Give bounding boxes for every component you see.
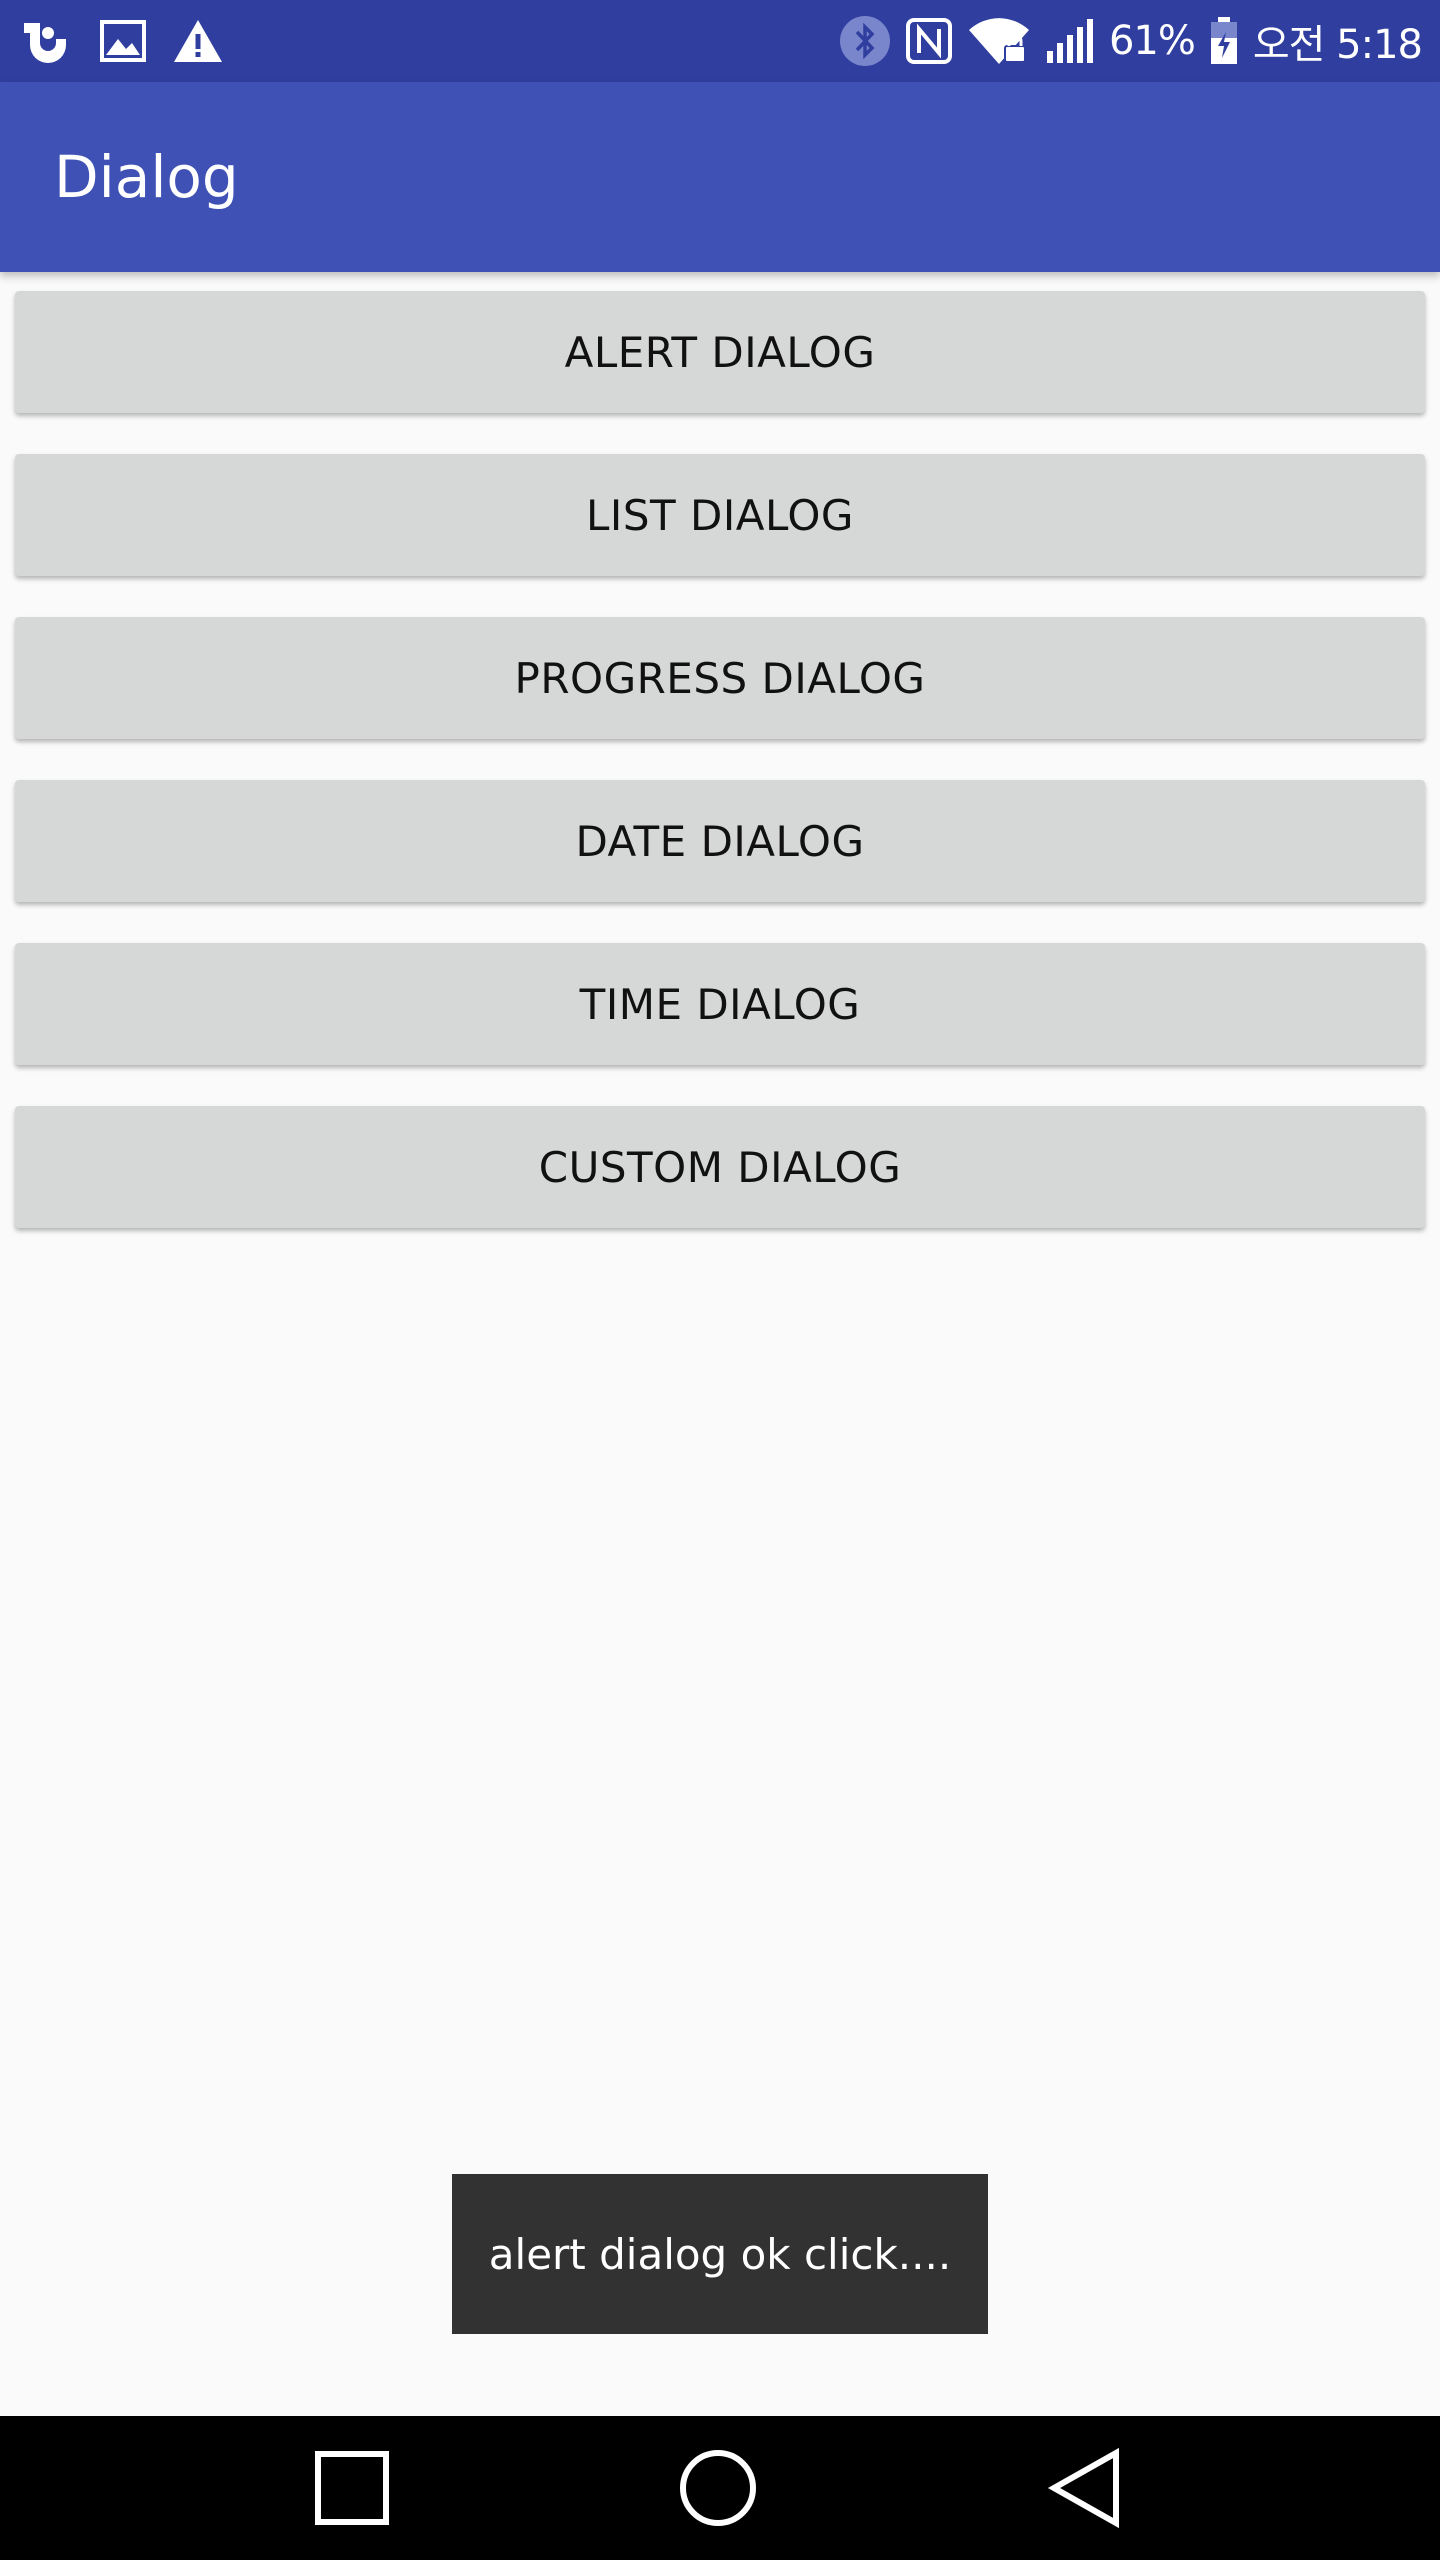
image-icon [100, 19, 146, 63]
progress-dialog-button[interactable]: PROGRESS DIALOG [15, 617, 1425, 739]
toast-message: alert dialog ok click.... [488, 2229, 952, 2279]
app-bar: Dialog [0, 82, 1440, 272]
home-button[interactable] [628, 2416, 808, 2560]
home-icon [680, 2450, 756, 2526]
back-icon [1047, 2448, 1119, 2528]
navigation-bar [0, 2416, 1440, 2560]
status-bar-left [18, 0, 250, 82]
toast: alert dialog ok click.... [452, 2174, 988, 2334]
list-dialog-button[interactable]: LIST DIALOG [15, 454, 1425, 576]
alert-dialog-button[interactable]: ALERT DIALOG [15, 291, 1425, 413]
clock: 오전 5:18 [1252, 22, 1423, 68]
warning-icon [172, 18, 224, 64]
screen: 61% 오전 5:18 Dialog ALERT DIALOG LIST DIA… [0, 0, 1440, 2560]
nfc-icon [905, 17, 953, 65]
recent-apps-button[interactable] [262, 2416, 442, 2560]
u-plus-icon [18, 19, 74, 63]
recent-apps-icon [315, 2451, 389, 2525]
battery-charging-icon [1209, 16, 1239, 66]
app-title: Dialog [54, 143, 239, 211]
wifi-icon [967, 16, 1031, 66]
back-button[interactable] [994, 2416, 1174, 2560]
battery-percent: 61% [1108, 18, 1196, 64]
time-dialog-button[interactable]: TIME DIALOG [15, 943, 1425, 1065]
status-bar-right: 61% 오전 5:18 [825, 0, 1423, 82]
bluetooth-icon [839, 15, 891, 67]
status-bar: 61% 오전 5:18 [0, 0, 1440, 82]
signal-icon [1045, 17, 1095, 65]
date-dialog-button[interactable]: DATE DIALOG [15, 780, 1425, 902]
custom-dialog-button[interactable]: CUSTOM DIALOG [15, 1106, 1425, 1228]
